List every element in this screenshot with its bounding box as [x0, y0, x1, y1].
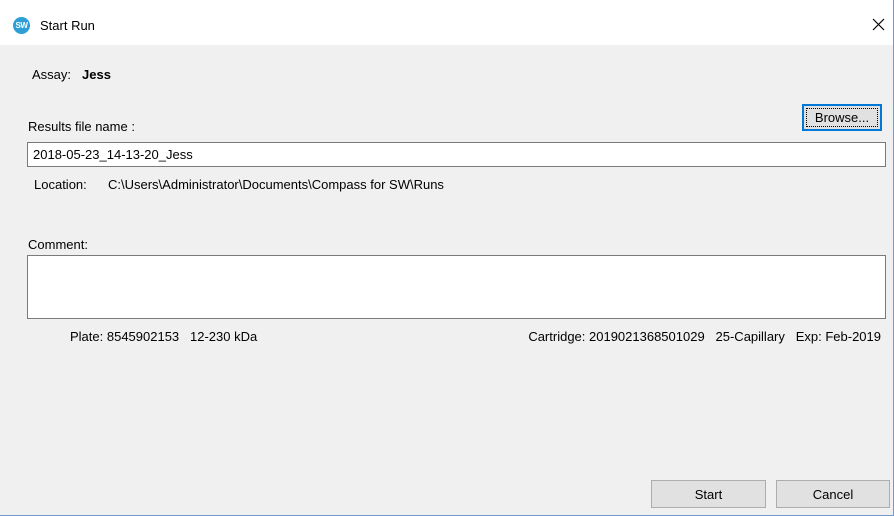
comment-label: Comment:	[28, 237, 88, 252]
results-file-name-label: Results file name :	[28, 119, 135, 134]
close-icon	[872, 18, 885, 31]
window-title: Start Run	[40, 18, 95, 33]
comment-input[interactable]	[27, 255, 886, 319]
location-label: Location:	[34, 177, 87, 192]
plate-info: Plate: 8545902153 12-230 kDa	[70, 329, 258, 344]
cancel-button[interactable]: Cancel	[776, 480, 890, 508]
cartridge-info: Cartridge: 2019021368501029 25-Capillary…	[528, 329, 881, 344]
assay-label: Assay:	[32, 67, 72, 82]
title-bar[interactable]: SW Start Run	[0, 0, 893, 45]
assay-value: Jess	[82, 67, 111, 82]
close-button[interactable]	[863, 10, 893, 40]
browse-button-label: Browse...	[806, 108, 878, 127]
location-path: C:\Users\Administrator\Documents\Compass…	[108, 177, 444, 192]
app-icon-text: SW	[15, 21, 28, 30]
start-run-dialog: SW Start Run Assay: Jess Results file na…	[0, 0, 894, 516]
sw-app-icon: SW	[13, 17, 30, 34]
browse-button[interactable]: Browse...	[802, 104, 882, 131]
start-button[interactable]: Start	[651, 480, 766, 508]
results-file-name-input[interactable]	[27, 142, 886, 167]
